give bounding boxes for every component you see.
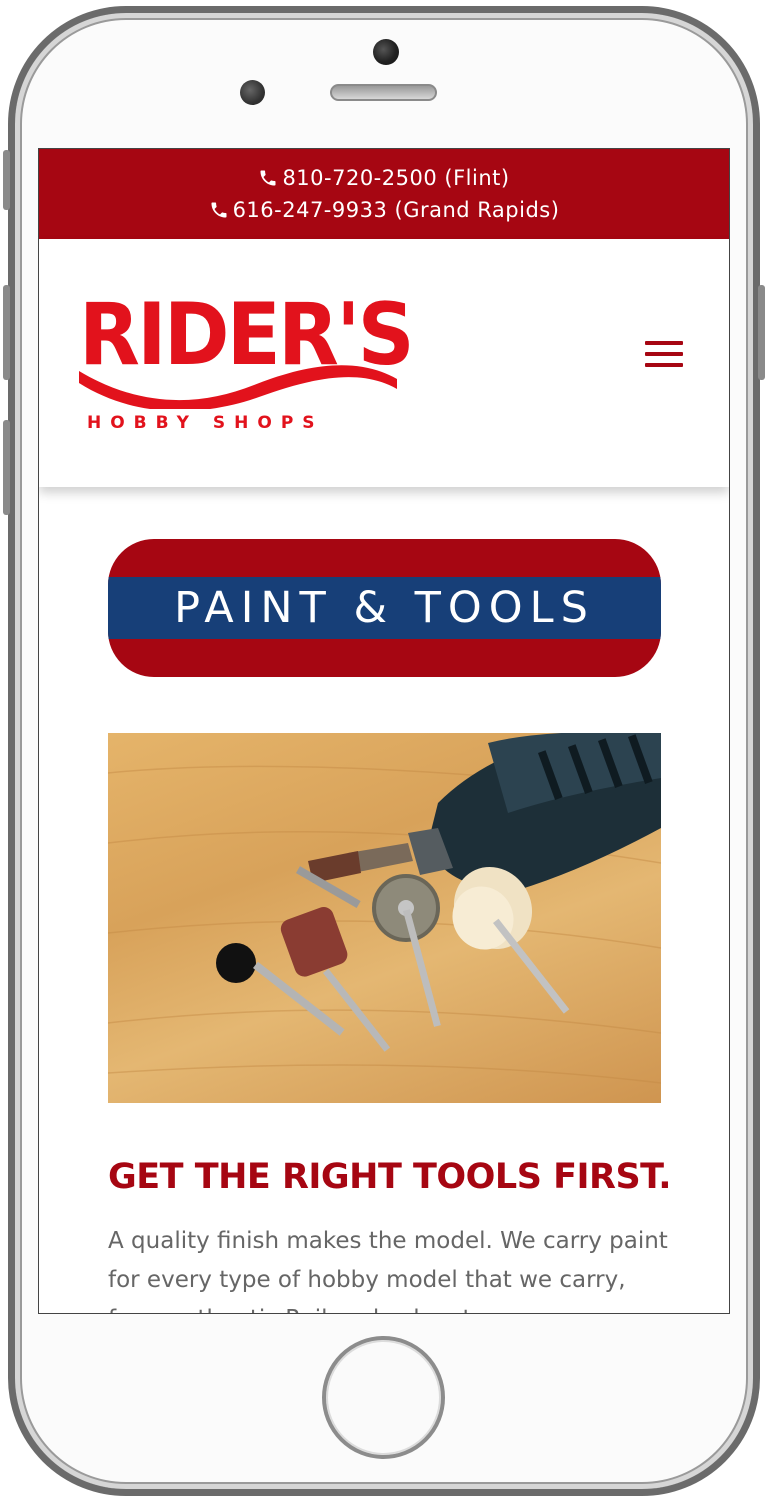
contact-bar: 810-720-2500 (Flint) 616-247-9933 (Grand…: [39, 149, 729, 239]
banner-title: PAINT & TOOLS: [174, 583, 595, 633]
proximity-sensor: [240, 80, 265, 105]
logo-tagline: HOBBY SHOPS: [87, 413, 324, 433]
section-banner: PAINT & TOOLS: [108, 539, 661, 677]
rotary-tool-photo: [108, 733, 661, 1084]
site-header: RIDER'S HOBBY SHOPS: [39, 239, 729, 487]
silent-switch: [3, 150, 10, 210]
phone-link-grand-rapids[interactable]: 616-247-9933 (Grand Rapids): [209, 194, 560, 226]
hamburger-menu-icon[interactable]: [645, 341, 683, 371]
hero-image: [108, 733, 661, 1103]
phone-link-flint[interactable]: 810-720-2500 (Flint): [258, 162, 509, 194]
article-headline: GET THE RIGHT TOOLS FIRST.: [108, 1157, 672, 1197]
logo-swoosh: [79, 365, 397, 409]
volume-up-button: [3, 285, 10, 380]
home-button[interactable]: [322, 1336, 445, 1459]
earpiece-speaker: [330, 84, 437, 101]
site-logo[interactable]: RIDER'S HOBBY SHOPS: [79, 289, 415, 439]
phone-number-grand-rapids: 616-247-9933 (Grand Rapids): [232, 198, 560, 222]
phone-icon: [211, 202, 227, 218]
power-button: [758, 285, 765, 380]
phone-number-flint: 810-720-2500 (Flint): [282, 166, 510, 190]
phone-screen: 810-720-2500 (Flint) 616-247-9933 (Grand…: [38, 148, 730, 1314]
article-body: A quality finish makes the model. We car…: [108, 1228, 668, 1313]
front-camera: [373, 39, 399, 65]
phone-icon: [260, 170, 276, 186]
volume-down-button: [3, 420, 10, 515]
